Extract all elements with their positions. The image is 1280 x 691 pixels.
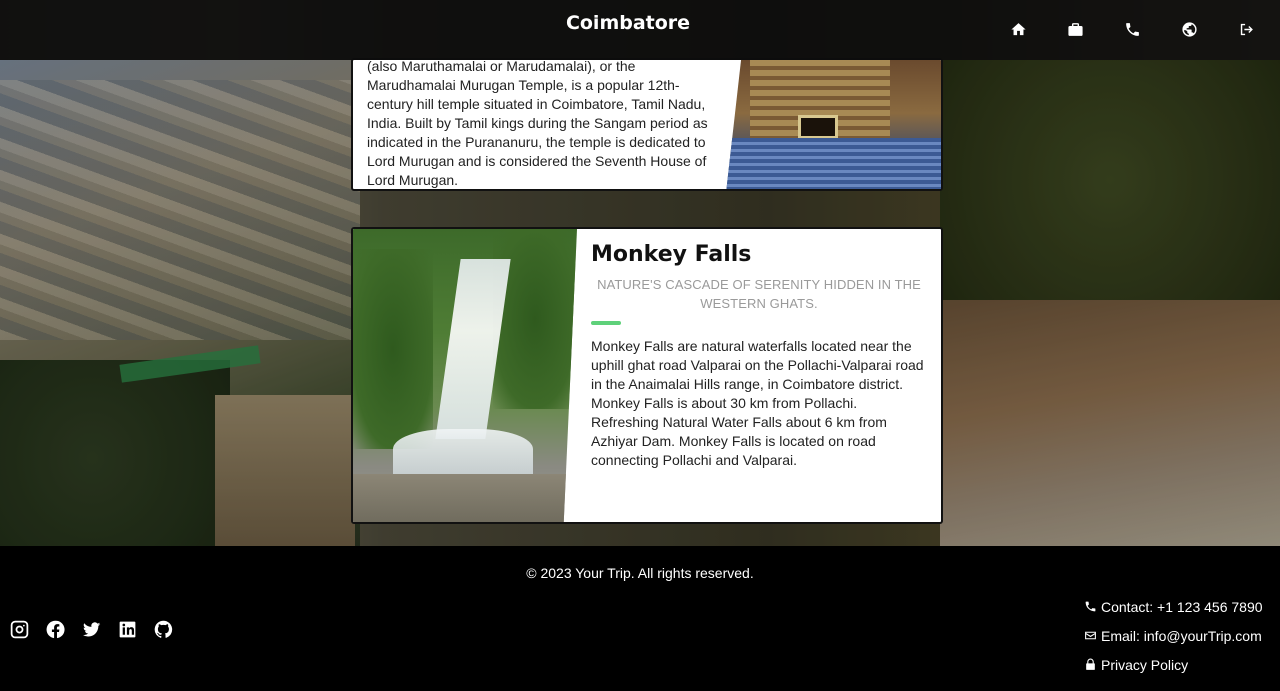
privacy-policy-link[interactable]: Privacy Policy: [1084, 650, 1263, 679]
accent-bar: [591, 321, 621, 325]
temple-description: (also Maruthamalai or Marudamalai), or t…: [367, 58, 708, 188]
envelope-icon: [1085, 631, 1096, 640]
instagram-icon[interactable]: [8, 618, 30, 640]
globe-icon[interactable]: [1179, 19, 1199, 39]
card-title: Monkey Falls: [591, 242, 752, 267]
logout-icon[interactable]: [1236, 19, 1256, 39]
card-content: Monkey Falls Nature's cascade of serenit…: [591, 229, 927, 470]
briefcase-icon[interactable]: [1065, 19, 1085, 39]
contact-email-text: Email: info@yourTrip.com: [1101, 627, 1262, 644]
temple-card: (also Maruthamalai or Marudamalai), or t…: [351, 58, 943, 191]
privacy-policy-text: Privacy Policy: [1101, 656, 1189, 673]
home-icon[interactable]: [1008, 19, 1028, 39]
monkey-falls-card: Monkey Falls Nature's cascade of serenit…: [351, 227, 943, 524]
temple-image: [726, 60, 941, 189]
phone-icon: [1085, 601, 1096, 612]
facebook-icon[interactable]: [44, 618, 66, 640]
github-icon[interactable]: [152, 618, 174, 640]
contact-phone-text: Contact: +1 123 456 7890: [1101, 598, 1263, 615]
phone-icon[interactable]: [1122, 19, 1142, 39]
contact-email[interactable]: Email: info@yourTrip.com: [1084, 621, 1263, 650]
contact-info: Contact: +1 123 456 7890 Email: info@you…: [1084, 592, 1263, 679]
lock-icon: [1086, 658, 1095, 670]
copyright-text: © 2023 Your Trip. All rights reserved.: [526, 565, 754, 581]
linkedin-icon[interactable]: [116, 618, 138, 640]
contact-phone[interactable]: Contact: +1 123 456 7890: [1084, 592, 1263, 621]
top-navbar: Coimbatore: [0, 0, 1280, 60]
card-subtitle: Nature's cascade of serenity hidden in t…: [597, 277, 921, 311]
social-links: [8, 618, 174, 640]
twitter-icon[interactable]: [80, 618, 102, 640]
card-description: Monkey Falls are natural waterfalls loca…: [591, 338, 924, 468]
monkey-falls-image: [353, 229, 577, 522]
nav-icons: [1008, 19, 1256, 39]
footer: © 2023 Your Trip. All rights reserved. C…: [0, 546, 1280, 691]
